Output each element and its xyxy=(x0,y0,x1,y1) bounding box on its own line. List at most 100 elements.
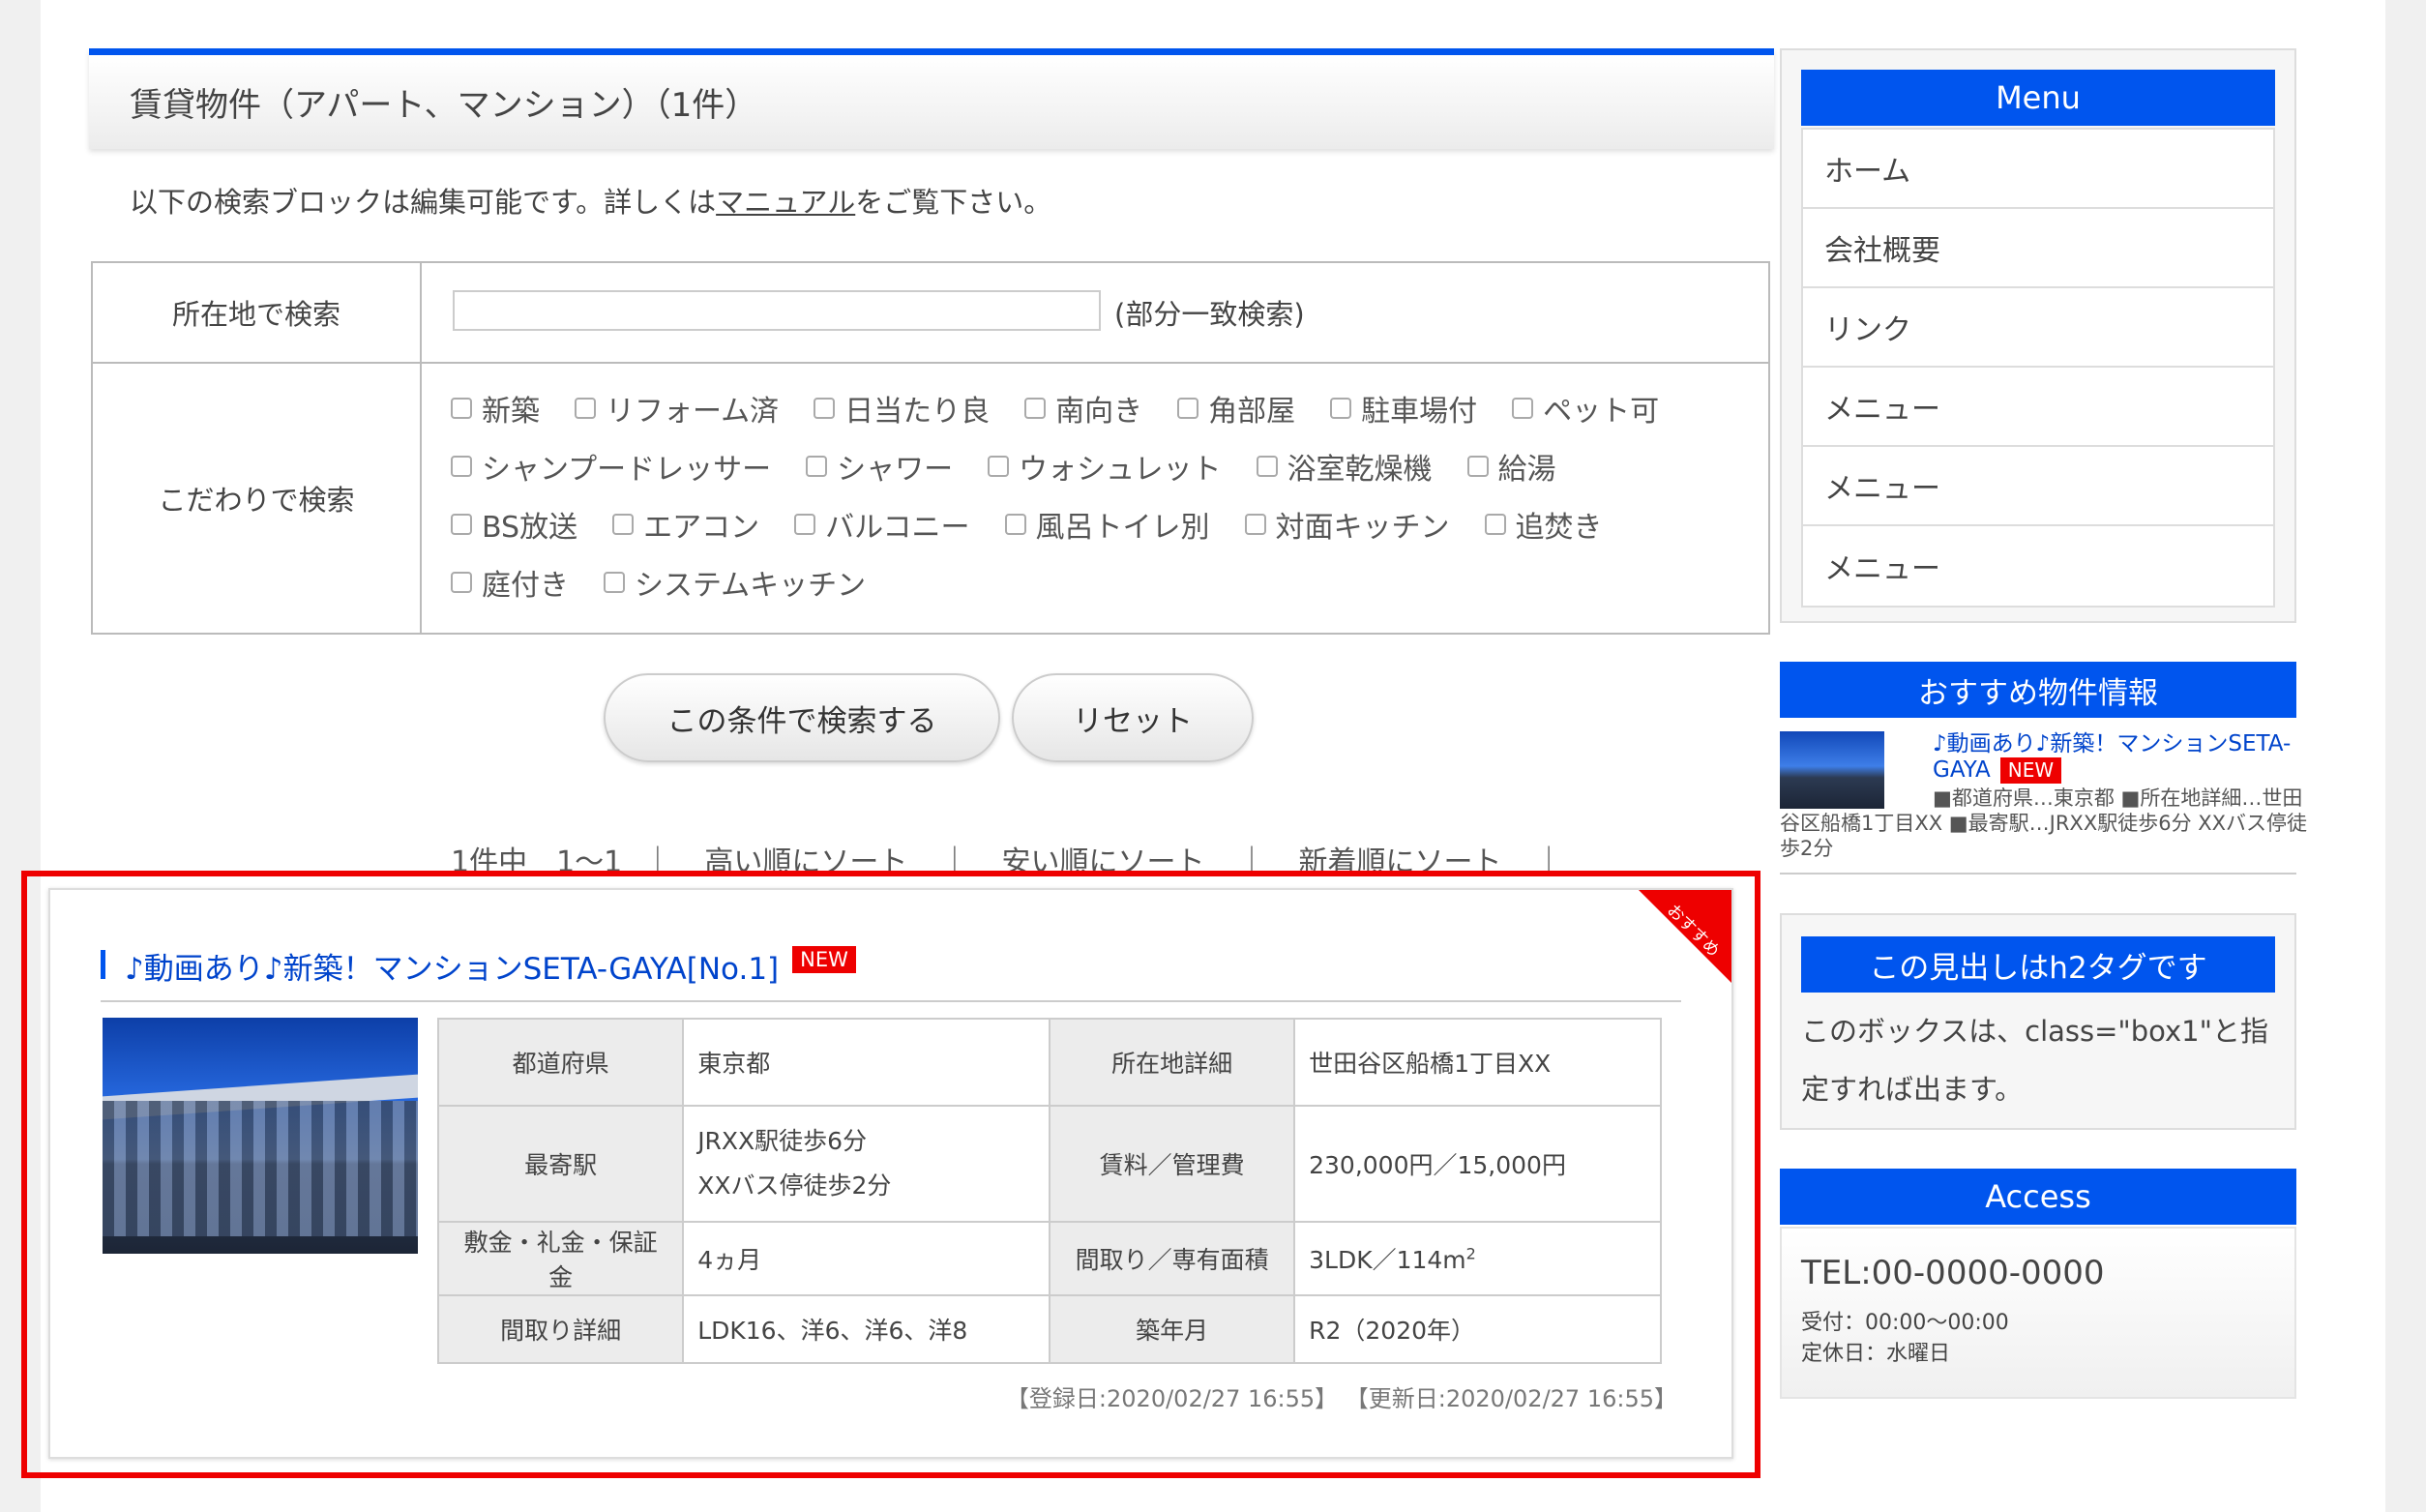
sidebar-item-links[interactable]: リンク xyxy=(1803,288,2273,368)
feature-checkbox[interactable]: 風呂トイレ別 xyxy=(1004,503,1210,546)
checkbox-square[interactable] xyxy=(1244,514,1266,535)
feature-label: 追焚き xyxy=(1515,511,1603,545)
access-heading: Access xyxy=(1780,1169,2296,1225)
feature-checkbox[interactable]: 日当たり良 xyxy=(814,387,990,430)
checkbox-square[interactable] xyxy=(612,514,635,535)
feature-checkbox[interactable]: 給湯 xyxy=(1466,445,1556,488)
feature-checkbox[interactable]: 南向き xyxy=(1024,387,1142,430)
search-button[interactable]: この条件で検索する xyxy=(604,673,1000,762)
menu-list: ホーム 会社概要 リンク メニュー メニュー メニュー xyxy=(1801,128,2275,608)
h2-box: この見出しはh2タグです このボックスは、class="box1"と指定すれば出… xyxy=(1780,913,2296,1130)
checkbox-square[interactable] xyxy=(1512,398,1534,419)
business-hours: 受付：00:00〜00:00 定休日：水曜日 xyxy=(1801,1308,2009,1370)
sidebar-menu: Menu ホーム 会社概要 リンク メニュー メニュー メニュー xyxy=(1780,48,2296,623)
feature-checkbox[interactable]: 新築 xyxy=(451,387,540,430)
manual-link[interactable]: マニュアル xyxy=(716,186,855,219)
feature-checkbox[interactable]: 角部屋 xyxy=(1177,387,1295,430)
feature-checkbox[interactable]: 追焚き xyxy=(1484,503,1603,546)
checkbox-row: シャンプードレッサー シャワー ウォシュレット 浴室乾燥機 給湯 xyxy=(451,437,1747,495)
intro-text: 以下の検索ブロックは編集可能です。詳しくはマニュアルをご覧下さい。 xyxy=(130,180,1051,221)
checkbox-square[interactable] xyxy=(1256,456,1278,477)
new-badge: NEW xyxy=(1999,757,2062,784)
sidebar-item-menu-2[interactable]: メニュー xyxy=(1803,447,2273,526)
feature-checkbox[interactable]: バルコニー xyxy=(794,503,970,546)
phone-number: TEL:00-0000-0000 xyxy=(1801,1254,2105,1292)
feature-label: ペット可 xyxy=(1543,395,1660,429)
feature-checkbox[interactable]: シャワー xyxy=(806,445,953,488)
checkbox-square[interactable] xyxy=(988,456,1010,477)
feature-label: ウォシュレット xyxy=(1019,453,1222,487)
intro-after: をご覧下さい。 xyxy=(855,186,1052,219)
recommended-heading: おすすめ物件情報 xyxy=(1780,662,2296,718)
checkbox-square[interactable] xyxy=(1004,514,1026,535)
sidebar-item-menu-3[interactable]: メニュー xyxy=(1803,526,2273,606)
feature-label: 日当たり良 xyxy=(844,395,991,429)
feature-checkbox[interactable]: エアコン xyxy=(612,503,759,546)
location-label: 所在地で検索 xyxy=(93,263,422,362)
checkbox-row: BS放送 エアコン バルコニー 風呂トイレ別 対面キッチン 追焚き xyxy=(451,495,1747,553)
checkbox-row: 新築 リフォーム済 日当たり良 南向き 角部屋 駐車場付 ペット可 xyxy=(451,379,1747,437)
reset-button[interactable]: リセット xyxy=(1012,673,1254,762)
feature-label: 対面キッチン xyxy=(1275,511,1450,545)
checkbox-square[interactable] xyxy=(604,572,625,593)
checkbox-square[interactable] xyxy=(806,456,828,477)
location-input[interactable] xyxy=(453,290,1101,331)
feature-checkbox[interactable]: システムキッチン xyxy=(604,561,866,604)
checkbox-square[interactable] xyxy=(814,398,836,419)
feature-label: 南向き xyxy=(1055,395,1143,429)
reception-hours: 受付：00:00〜00:00 xyxy=(1801,1311,2009,1335)
search-table: 所在地で検索 (部分一致検索) こだわりで検索 新築 リフォーム済 日当たり良 南向き… xyxy=(91,261,1770,635)
feature-checkbox[interactable]: 浴室乾燥機 xyxy=(1256,445,1433,488)
location-note: (部分一致検索) xyxy=(1114,298,1305,331)
feature-label: リフォーム済 xyxy=(606,395,780,429)
feature-label: シャワー xyxy=(837,453,954,487)
feature-checkbox[interactable]: 対面キッチン xyxy=(1244,503,1450,546)
feature-label: 給湯 xyxy=(1497,453,1556,487)
feature-label: 角部屋 xyxy=(1208,395,1296,429)
feature-checkbox[interactable]: 庭付き xyxy=(451,561,569,604)
feature-checkboxes: 新築 リフォーム済 日当たり良 南向き 角部屋 駐車場付 ペット可シャンプードレッサー シャワ… xyxy=(451,379,1747,611)
feature-label: エアコン xyxy=(643,511,760,545)
feature-label: 風呂トイレ別 xyxy=(1035,511,1210,545)
page-title: 賃貸物件（アパート、マンション）（1件） xyxy=(89,48,1774,149)
sidebar-item-menu-1[interactable]: メニュー xyxy=(1803,368,2273,447)
recommended-item-title[interactable]: ♪動画あり♪新築！マンションSETA-GAYA NEW xyxy=(1933,731,2300,784)
checkbox-square[interactable] xyxy=(451,456,472,477)
feature-checkbox[interactable]: ウォシュレット xyxy=(988,445,1222,488)
checkbox-square[interactable] xyxy=(1484,514,1506,535)
feature-checkbox[interactable]: 駐車場付 xyxy=(1330,387,1477,430)
checkbox-square[interactable] xyxy=(451,514,472,535)
menu-heading: Menu xyxy=(1801,70,2275,126)
feature-checkbox[interactable]: シャンプードレッサー xyxy=(451,445,771,488)
page-title-text: 賃貸物件（アパート、マンション）（1件） xyxy=(130,86,758,125)
checkbox-square[interactable] xyxy=(1466,456,1489,477)
features-label: こだわりで検索 xyxy=(93,362,422,635)
feature-checkbox[interactable]: リフォーム済 xyxy=(575,387,779,430)
h2-box-heading: この見出しはh2タグです xyxy=(1801,936,2275,993)
feature-label: バルコニー xyxy=(825,511,970,545)
sidebar-item-home[interactable]: ホーム xyxy=(1803,130,2273,209)
feature-label: 庭付き xyxy=(482,569,569,603)
feature-label: シャンプードレッサー xyxy=(482,453,772,487)
checkbox-square[interactable] xyxy=(794,514,816,535)
feature-checkbox[interactable]: BS放送 xyxy=(451,503,577,546)
h2-box-text: このボックスは、class="box1"と指定すれば出ます。 xyxy=(1801,1015,2268,1106)
sidebar-item-company[interactable]: 会社概要 xyxy=(1803,209,2273,288)
feature-label: 駐車場付 xyxy=(1361,395,1478,429)
intro-before: 以下の検索ブロックは編集可能です。詳しくは xyxy=(130,186,717,219)
checkbox-square[interactable] xyxy=(451,572,472,593)
feature-label: 新築 xyxy=(482,395,540,429)
recommended-link[interactable]: ♪動画あり♪新築！マンションSETA-GAYA xyxy=(1933,731,2291,783)
checkbox-row: 庭付き システムキッチン xyxy=(451,553,1747,611)
checkbox-square[interactable] xyxy=(1330,398,1352,419)
checkbox-square[interactable] xyxy=(451,398,472,419)
feature-label: 浴室乾燥機 xyxy=(1287,453,1433,487)
highlight-frame xyxy=(21,871,1760,1478)
checkbox-square[interactable] xyxy=(575,398,596,419)
checkbox-square[interactable] xyxy=(1024,398,1047,419)
recommended-divider xyxy=(1780,873,2296,875)
checkbox-square[interactable] xyxy=(1177,398,1199,419)
access-box: TEL:00-0000-0000 受付：00:00〜00:00 定休日：水曜日 xyxy=(1780,1227,2296,1399)
feature-checkbox[interactable]: ペット可 xyxy=(1512,387,1659,430)
feature-label: BS放送 xyxy=(482,511,578,545)
